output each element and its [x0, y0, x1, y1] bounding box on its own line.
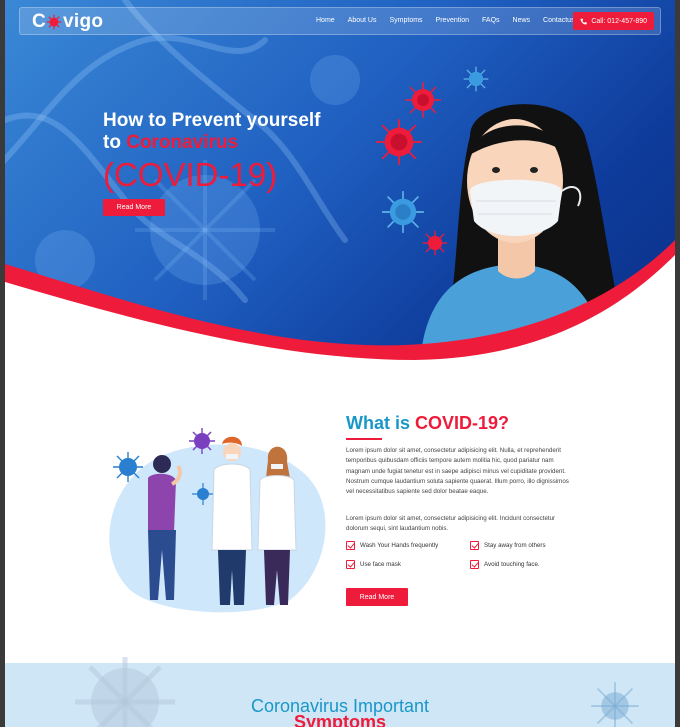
checklist-item: Stay away from others	[470, 541, 586, 550]
menu-item-home[interactable]: Home	[316, 17, 335, 24]
hero-read-more-button[interactable]: Read More	[103, 199, 165, 216]
about-paragraph-1: Lorem ipsum dolor sit amet, consectetur …	[346, 447, 569, 496]
heading-underline	[346, 438, 382, 440]
navbar: C vigo Home About Us Symptoms Prevention…	[19, 7, 661, 35]
menu-item-news[interactable]: News	[513, 17, 531, 24]
about-paragraph-2: Lorem ipsum dolor sit amet, consectetur …	[346, 515, 556, 533]
doctors-patient-illustration	[109, 428, 326, 613]
about-read-more-button[interactable]: Read More	[346, 588, 408, 606]
symptoms-heading-highlight: Symptoms	[293, 712, 387, 727]
checkbox-icon	[346, 541, 355, 550]
checklist-label: Wash Your Hands frequently	[360, 542, 439, 549]
about-heading: What is COVID-19?	[346, 413, 509, 434]
logo-virus-icon	[46, 14, 62, 30]
menu-item-prevention[interactable]: Prevention	[436, 17, 469, 24]
hero-title: How to Prevent yourself to Coronavirus	[103, 110, 321, 154]
prevention-checklist: Wash Your Hands frequently Stay away fro…	[346, 541, 586, 569]
checklist-item: Use face mask	[346, 560, 470, 569]
about-heading-prefix: What is	[346, 413, 411, 433]
page: C vigo Home About Us Symptoms Prevention…	[5, 0, 675, 727]
site-logo[interactable]: C vigo	[32, 11, 103, 33]
menu-item-faqs[interactable]: FAQs	[482, 17, 500, 24]
checklist-label: Stay away from others	[484, 542, 546, 549]
checkbox-icon	[346, 560, 355, 569]
checkbox-icon	[470, 560, 479, 569]
hero-title-line2-prefix: to	[103, 132, 121, 153]
about-heading-highlight: COVID-19?	[415, 413, 510, 433]
checklist-item: Avoid touching face.	[470, 560, 586, 569]
phone-icon	[580, 18, 587, 25]
hero-section: C vigo Home About Us Symptoms Prevention…	[5, 0, 675, 365]
main-menu: Home About Us Symptoms Prevention FAQs N…	[316, 17, 588, 24]
checkbox-icon	[470, 541, 479, 550]
checklist-label: Avoid touching face.	[484, 561, 540, 568]
menu-item-about-us[interactable]: About Us	[348, 17, 377, 24]
logo-prefix: C	[32, 11, 47, 32]
checklist-label: Use face mask	[360, 561, 401, 568]
menu-item-contactus[interactable]: Contactus	[543, 17, 575, 24]
hero-title-line1: How to Prevent yourself	[103, 110, 321, 131]
checklist-item: Wash Your Hands frequently	[346, 541, 470, 550]
menu-item-symptoms[interactable]: Symptoms	[389, 17, 422, 24]
call-button[interactable]: Call: 012-457-890	[573, 12, 654, 30]
hero-title-highlight: Coronavirus	[126, 132, 239, 153]
call-label: Call: 012-457-890	[591, 17, 647, 25]
hero-covid-heading: (COVID-19)	[103, 156, 278, 193]
logo-text: vigo	[63, 11, 104, 32]
